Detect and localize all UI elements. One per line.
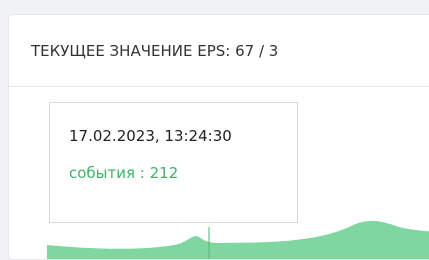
widget-title: ТЕКУЩЕЕ ЗНАЧЕНИЕ EPS: 67 / 3	[31, 41, 279, 60]
widget-header: ТЕКУЩЕЕ ЗНАЧЕНИЕ EPS: 67 / 3	[9, 15, 429, 87]
eps-widget: ТЕКУЩЕЕ ЗНАЧЕНИЕ EPS: 67 / 3 17.02.2023,…	[8, 14, 429, 260]
tooltip-timestamp: 17.02.2023, 13:24:30	[69, 127, 232, 145]
chart-area[interactable]: 17.02.2023, 13:24:30 события : 212	[9, 87, 429, 259]
tooltip-series-value: события : 212	[69, 164, 179, 182]
chart-tooltip: 17.02.2023, 13:24:30 события : 212	[49, 102, 298, 223]
events-area-series	[47, 221, 429, 259]
